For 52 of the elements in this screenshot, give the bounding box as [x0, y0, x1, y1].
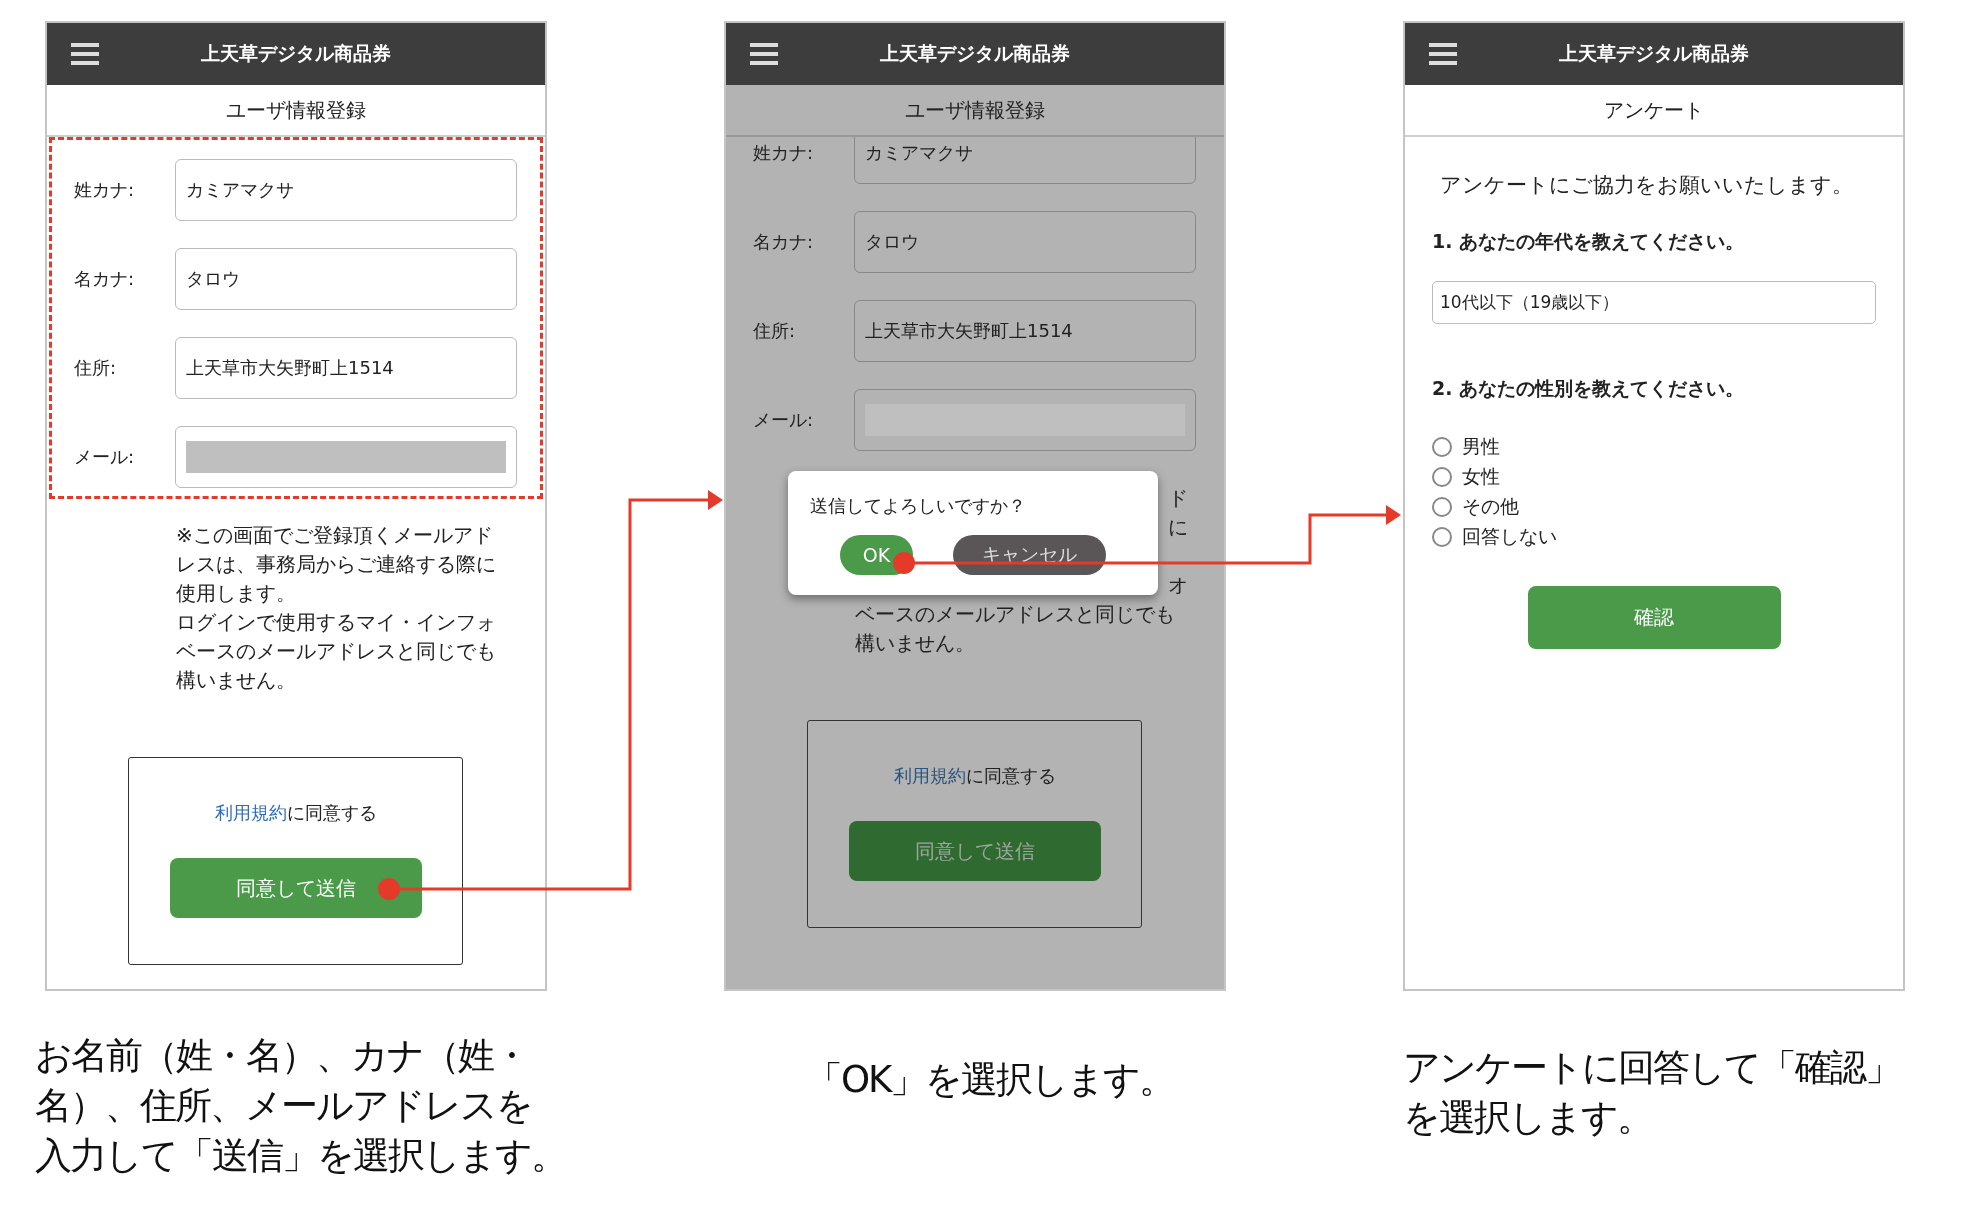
terms-link[interactable]: 利用規約	[214, 802, 287, 823]
age-dropdown[interactable]: 10代以下（19歳以下）	[1432, 281, 1876, 324]
intro-text: アンケートにご協力をお願いいたします。	[1439, 172, 1854, 199]
input-field[interactable]: カミアマクサ	[175, 159, 517, 221]
field-label: メール:	[73, 445, 136, 469]
radio-button[interactable]	[1432, 437, 1452, 457]
field-label: 住所:	[73, 356, 118, 380]
note-text: オ	[1168, 573, 1188, 597]
field-label: 名カナ:	[752, 230, 815, 254]
field-label: 名カナ:	[73, 267, 136, 291]
page-title: アンケート	[1604, 96, 1704, 124]
note-text: ド	[1168, 486, 1188, 510]
field-label: 姓カナ:	[73, 178, 136, 202]
radio-button[interactable]	[1432, 467, 1452, 487]
agree-text: 利用規約に同意する	[214, 801, 377, 825]
field-label: 住所:	[752, 319, 797, 343]
question-text: 1. あなたの年代を教えてください。	[1432, 229, 1746, 254]
page-title: ユーザ情報登録	[905, 96, 1045, 124]
page-title: ユーザ情報登録	[226, 96, 366, 124]
input-field[interactable]	[854, 389, 1196, 451]
input-field[interactable]: 上天草市大矢野町上1514	[854, 300, 1196, 362]
note-text: 構いません。	[855, 631, 975, 655]
input-field[interactable]	[175, 426, 517, 488]
radio-button[interactable]	[1432, 497, 1452, 517]
question-text: 2. あなたの性別を教えてください。	[1432, 376, 1746, 401]
note-text: ※この画面でご登録頂くメールアドレスは、事務局からご連絡する際に使用します。	[176, 522, 497, 607]
menu-icon[interactable]	[1429, 42, 1457, 66]
option-label[interactable]: 回答しない	[1462, 524, 1557, 550]
note-text: に	[1168, 515, 1188, 539]
menu-icon[interactable]	[71, 42, 99, 66]
menu-icon[interactable]	[750, 42, 778, 66]
option-label[interactable]: その他	[1462, 494, 1519, 520]
option-label[interactable]: 女性	[1462, 464, 1500, 490]
input-field[interactable]: カミアマクサ	[854, 137, 1196, 184]
caption-text: 「OK」を選択します。	[806, 1057, 1175, 1103]
field-label: メール:	[752, 408, 815, 432]
agree-text: 利用規約に同意する	[893, 764, 1056, 788]
input-field[interactable]: 上天草市大矢野町上1514	[175, 337, 517, 399]
app-title: 上天草デジタル商品券	[1558, 41, 1750, 66]
caption-text: アンケートに回答して「確認」 を選択します。	[1403, 1045, 1900, 1141]
terms-link[interactable]: 利用規約	[893, 765, 966, 786]
note-text: ベースのメールアドレスと同じでも	[855, 602, 1175, 626]
field-label: 姓カナ:	[752, 141, 815, 165]
option-label[interactable]: 男性	[1462, 434, 1500, 460]
input-field[interactable]: タロウ	[854, 211, 1196, 273]
radio-button[interactable]	[1432, 527, 1452, 547]
dialog-message: 送信してよろしいですか？	[810, 494, 1027, 518]
app-title: 上天草デジタル商品券	[200, 41, 392, 66]
note-text: ログインで使用するマイ・インフォベースのメールアドレスと同じでも構いません。	[176, 609, 497, 694]
caption-text: お名前（姓・名）、カナ（姓・ 名）、住所、メールアドレスを 入力して「送信」を選択します。	[35, 1033, 566, 1179]
app-title: 上天草デジタル商品券	[879, 41, 1071, 66]
input-field[interactable]: タロウ	[175, 248, 517, 310]
